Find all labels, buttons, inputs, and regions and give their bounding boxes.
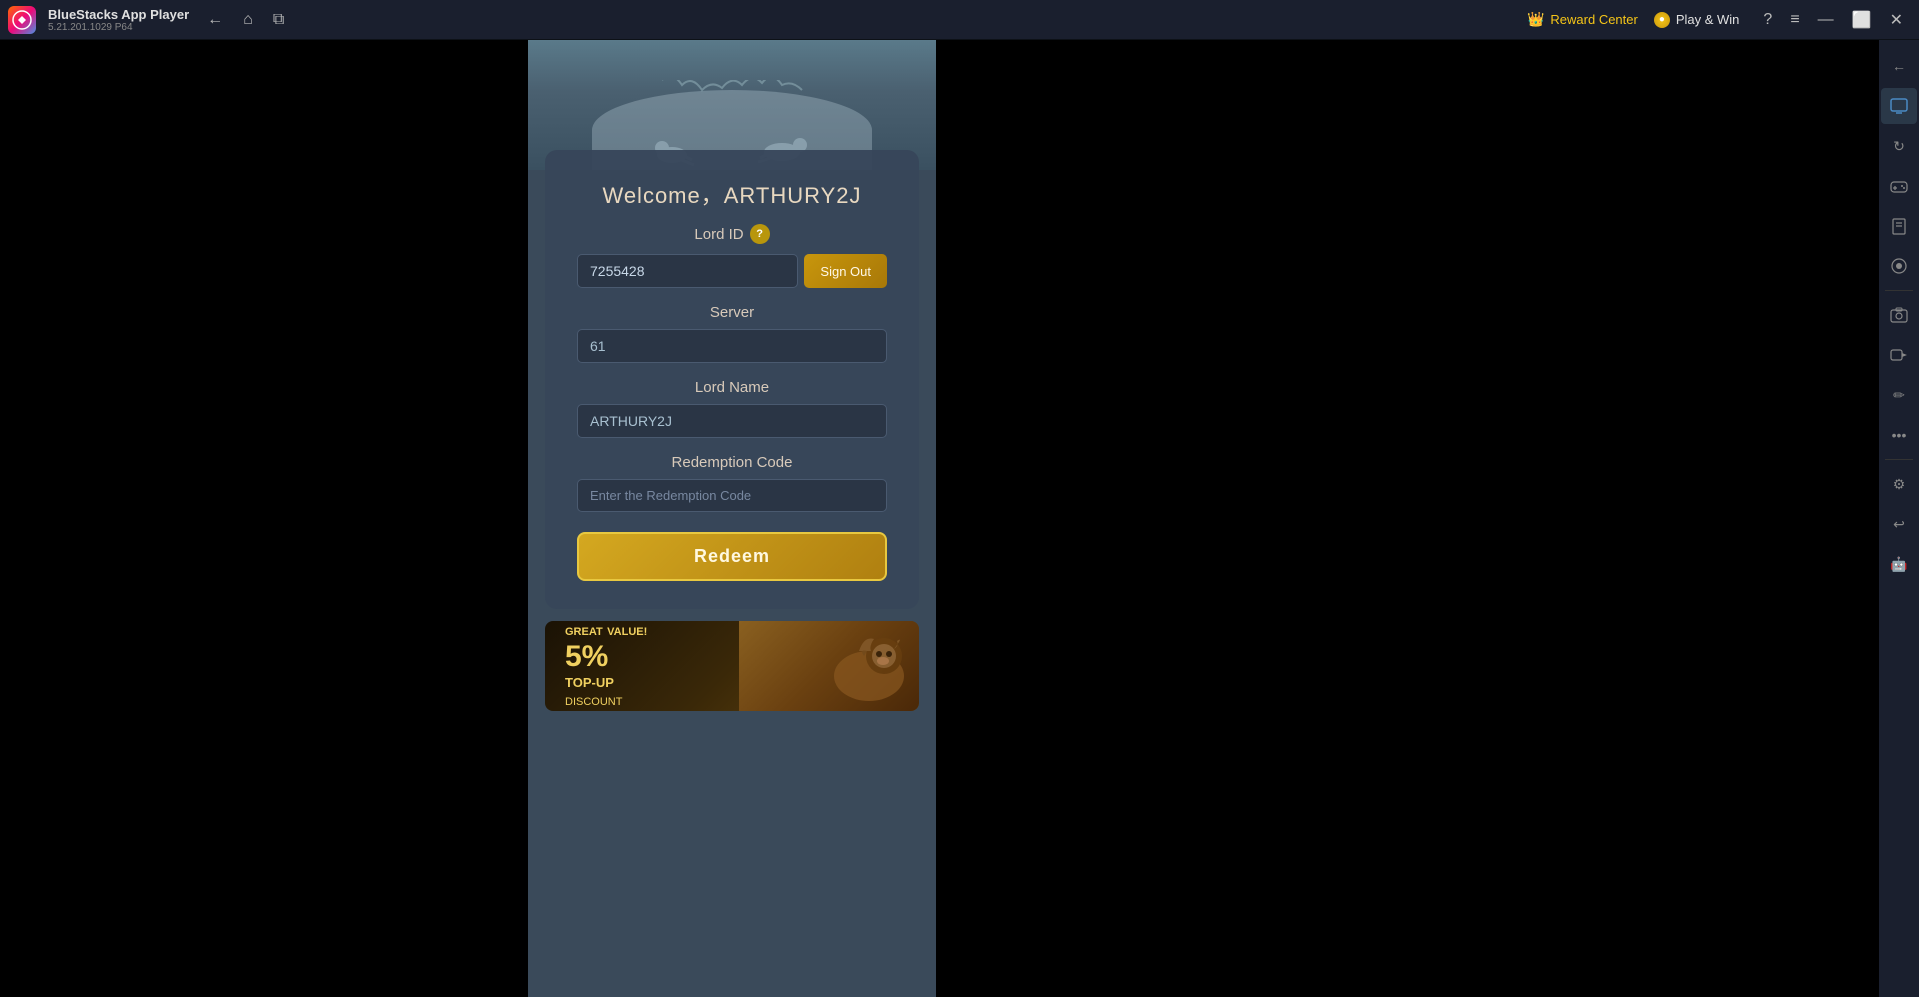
- titlebar-right: 👑 Reward Center ● Play & Win ? ≡ — ⬜ ✕: [1527, 6, 1911, 34]
- sidebar-apk-icon[interactable]: [1881, 208, 1917, 244]
- redemption-form-card: Welcome，ARTHURY2J Lord ID ? Sign Out Ser…: [545, 150, 919, 609]
- banner-great: GREAT VALUE!: [565, 622, 647, 640]
- sidebar-edit-icon[interactable]: ✏: [1881, 377, 1917, 413]
- reward-center-label: Reward Center: [1550, 12, 1637, 27]
- promotional-banner[interactable]: GREAT VALUE! 5% TOP-UP DISCOUNT: [545, 621, 919, 711]
- titlebar-left: BlueStacks App Player 5.21.201.1029 P64 …: [8, 6, 290, 34]
- redeem-button[interactable]: Redeem: [577, 532, 887, 581]
- titlebar-nav: ← ⌂ ⧉: [201, 7, 290, 33]
- app-name-block: BlueStacks App Player 5.21.201.1029 P64: [48, 7, 189, 33]
- lord-name-value: ARTHURY2J: [577, 404, 887, 438]
- main-area: Welcome，ARTHURY2J Lord ID ? Sign Out Ser…: [0, 40, 1919, 997]
- game-panel: Welcome，ARTHURY2J Lord ID ? Sign Out Ser…: [528, 40, 936, 997]
- right-sidebar: ← ↻ ✏ ••• ⚙ ↩ 🤖: [1879, 40, 1919, 997]
- sidebar-android-icon[interactable]: 🤖: [1881, 546, 1917, 582]
- sidebar-video-icon[interactable]: [1881, 337, 1917, 373]
- sidebar-divider: [1885, 290, 1913, 291]
- close-button[interactable]: ✕: [1882, 6, 1911, 34]
- banner-percent: 5%: [565, 640, 608, 674]
- lord-id-help-icon[interactable]: ?: [750, 224, 770, 244]
- welcome-title: Welcome，ARTHURY2J: [577, 178, 887, 210]
- coin-icon: ●: [1654, 12, 1670, 28]
- sidebar-gamepad-icon[interactable]: [1881, 168, 1917, 204]
- back-button[interactable]: ←: [201, 7, 229, 33]
- multi-instance-button[interactable]: ⧉: [267, 7, 290, 33]
- play-win-label: Play & Win: [1676, 12, 1740, 27]
- redemption-code-input[interactable]: [577, 479, 887, 512]
- minimize-button[interactable]: —: [1810, 7, 1842, 33]
- lord-id-row: Lord ID ?: [577, 224, 887, 244]
- sign-out-button[interactable]: Sign Out: [804, 254, 887, 288]
- crown-icon: 👑: [1527, 11, 1544, 28]
- window-controls: ? ≡ — ⬜ ✕: [1755, 6, 1911, 34]
- lord-name-label: Lord Name: [577, 379, 887, 396]
- banner-text-block: GREAT VALUE! 5% TOP-UP DISCOUNT: [545, 621, 667, 711]
- lord-id-label: Lord ID: [694, 226, 743, 243]
- server-value: 61: [577, 329, 887, 363]
- home-button[interactable]: ⌂: [237, 7, 259, 33]
- banner-discount: DISCOUNT: [565, 696, 622, 708]
- redemption-code-label: Redemption Code: [577, 454, 887, 471]
- sidebar-screenshot-icon[interactable]: [1881, 297, 1917, 333]
- sidebar-more-icon[interactable]: •••: [1881, 417, 1917, 453]
- app-name-main: BlueStacks App Player: [48, 7, 189, 22]
- sidebar-macro-icon[interactable]: [1881, 248, 1917, 284]
- sidebar-divider-2: [1885, 459, 1913, 460]
- sidebar-screen-icon[interactable]: [1881, 88, 1917, 124]
- left-panel: [0, 40, 528, 997]
- banner-topup: TOP-UP: [565, 675, 614, 690]
- lord-id-input[interactable]: [577, 254, 798, 288]
- banner-lion-image: [739, 621, 919, 711]
- sidebar-arrow-back-icon[interactable]: ↩: [1881, 506, 1917, 542]
- sidebar-back-icon[interactable]: ←: [1881, 48, 1917, 84]
- titlebar: BlueStacks App Player 5.21.201.1029 P64 …: [0, 0, 1919, 40]
- sidebar-rotate-icon[interactable]: ↻: [1881, 128, 1917, 164]
- lord-id-input-row: Sign Out: [577, 254, 887, 288]
- sidebar-settings-icon[interactable]: ⚙: [1881, 466, 1917, 502]
- help-button[interactable]: ?: [1755, 7, 1780, 33]
- right-panel: [936, 40, 1879, 997]
- reward-center-button[interactable]: 👑 Reward Center: [1527, 11, 1638, 28]
- server-label: Server: [577, 304, 887, 321]
- menu-button[interactable]: ≡: [1782, 7, 1807, 33]
- play-and-win-button[interactable]: ● Play & Win: [1654, 12, 1740, 28]
- app-version: 5.21.201.1029 P64: [48, 22, 189, 33]
- app-logo: [8, 6, 36, 34]
- maximize-button[interactable]: ⬜: [1844, 6, 1880, 34]
